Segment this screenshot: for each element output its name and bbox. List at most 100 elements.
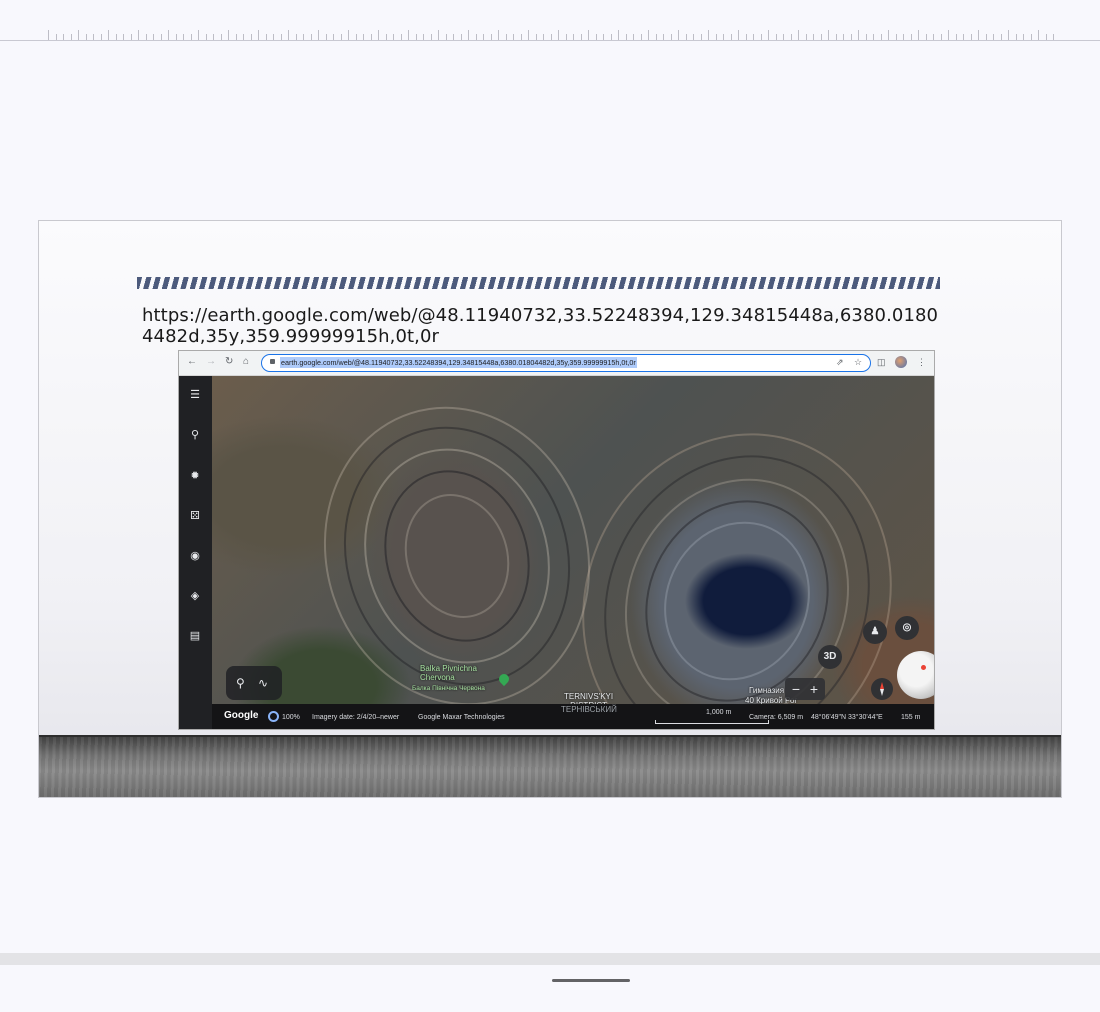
street-view-pegman-icon[interactable]: ♟: [863, 620, 887, 644]
google-logo: Google: [224, 710, 259, 721]
ruler-tick: [1023, 34, 1024, 40]
camera-altitude: Camera: 6,509 m: [749, 714, 804, 721]
ruler-tick: [775, 34, 777, 40]
ruler-tick: [753, 34, 754, 40]
address-bar[interactable]: earth.google.com/web/@48.11940732,33.522…: [261, 354, 871, 372]
layers-icon[interactable]: ◈: [187, 588, 203, 604]
ruler-tick: [318, 30, 319, 40]
ruler-tick: [1038, 30, 1039, 40]
map-tools-pill: ⚲ ∿: [226, 666, 282, 700]
ruler-tick: [910, 34, 912, 40]
lock-icon: [270, 359, 275, 364]
ruler-tick: [1045, 34, 1047, 40]
ruler-tick: [610, 34, 612, 40]
location-pin-icon[interactable]: ⚲: [236, 675, 245, 691]
compass-icon[interactable]: [871, 678, 893, 700]
dice-icon[interactable]: ⚄: [187, 508, 203, 524]
ruler-tick: [603, 34, 604, 40]
ruler-tick: [498, 30, 499, 40]
earth-status-bar: Google 100% Imagery date: 2/4/20–newer G…: [212, 704, 934, 729]
map-label-balka-cyrillic: Балка Північна Червона: [412, 685, 485, 692]
ruler-icon[interactable]: ▤: [187, 628, 203, 644]
ruler-tick: [535, 34, 537, 40]
home-icon[interactable]: ⌂: [243, 355, 249, 369]
ruler-tick: [940, 34, 942, 40]
reload-icon[interactable]: ↻: [225, 355, 233, 369]
ruler-tick: [198, 30, 199, 40]
pin-icon[interactable]: ◉: [187, 548, 203, 564]
ruler-tick: [850, 34, 852, 40]
ruler-tick: [70, 34, 72, 40]
ruler-tick: [123, 34, 124, 40]
ruler-tick: [145, 34, 147, 40]
bottom-divider: [0, 953, 1100, 965]
ruler-tick: [355, 34, 357, 40]
home-indicator-handle[interactable]: [552, 979, 630, 982]
toggle-3d-button[interactable]: 3D: [818, 645, 842, 669]
ruler-tick: [550, 34, 552, 40]
ruler-tick: [693, 34, 694, 40]
ruler-tick: [580, 34, 582, 40]
ruler-tick: [250, 34, 252, 40]
ruler-tick: [393, 34, 394, 40]
ruler-tick: [183, 34, 184, 40]
ruler-tick: [340, 34, 342, 40]
ruler-tick: [100, 34, 102, 40]
ruler-tick: [63, 34, 64, 40]
menu-icon[interactable]: ☰: [187, 387, 203, 403]
ruler-tick: [408, 30, 409, 40]
zoom-out-button[interactable]: −: [787, 680, 805, 698]
satellite-map[interactable]: ⚲ ∿ Balka Pivnichna Chervona Балка Півні…: [212, 376, 934, 704]
profile-avatar[interactable]: [895, 356, 907, 368]
arrow-left-icon[interactable]: ←: [187, 355, 197, 369]
ruler-tick: [528, 30, 529, 40]
ruler-tick: [640, 34, 642, 40]
ruler-tick: [985, 34, 987, 40]
zoom-in-button[interactable]: +: [805, 680, 823, 698]
elevation: 155 m: [901, 714, 921, 721]
share-icon[interactable]: ⇗: [836, 357, 844, 368]
ruler-tick: [880, 34, 882, 40]
ruler-tick: [558, 30, 559, 40]
ruler-tick: [573, 34, 574, 40]
address-bar-url[interactable]: earth.google.com/web/@48.11940732,33.522…: [280, 357, 637, 368]
google-earth-screenshot: ← → ↻ ⌂ earth.google.com/web/@48.1194073…: [178, 350, 935, 730]
path-icon[interactable]: ∿: [258, 675, 268, 691]
ruler-tick: [843, 34, 844, 40]
search-icon[interactable]: ⚲: [187, 427, 203, 443]
map-label-district: TERNIVS'KYI DISTRICT: [564, 692, 614, 704]
ruler-tick: [85, 34, 87, 40]
ruler-tick: [348, 30, 349, 40]
my-location-icon[interactable]: ◎: [895, 616, 919, 640]
cursor-coordinates: 48°06'49"N 33°30'44"E: [811, 714, 883, 721]
ruler-tick: [745, 34, 747, 40]
ruler-tick: [678, 30, 679, 40]
ruler-tick: [700, 34, 702, 40]
compass-needle-north: [880, 682, 884, 689]
ruler-tick: [865, 34, 867, 40]
voyager-icon[interactable]: ✹: [187, 468, 203, 484]
ruler-tick: [445, 34, 447, 40]
ruler-tick: [993, 34, 994, 40]
arrow-right-icon[interactable]: →: [206, 355, 216, 369]
imagery-date[interactable]: Imagery date: 2/4/20–newer: [312, 713, 399, 722]
ruler-tick: [363, 34, 364, 40]
ruler-tick: [933, 34, 934, 40]
map-label-gymnasium: Гимназия: [749, 686, 785, 695]
ruler-tick: [828, 30, 829, 40]
ruler-tick: [490, 34, 492, 40]
ruler-tick: [963, 34, 964, 40]
ruler-tick: [78, 30, 79, 40]
bookmark-star-icon[interactable]: ☆: [854, 357, 862, 368]
ruler-tick: [378, 30, 379, 40]
data-attribution[interactable]: Google Maxar Technologies: [418, 713, 505, 722]
ruler-tick: [858, 30, 859, 40]
ruler-tick: [220, 34, 222, 40]
compass-needle-south: [880, 689, 884, 696]
ruler-tick: [438, 30, 439, 40]
ruler-tick: [303, 34, 304, 40]
ruler-tick: [385, 34, 387, 40]
more-menu-icon[interactable]: ⋮: [917, 356, 926, 368]
slide-url-text: https://earth.google.com/web/@48.1194073…: [142, 305, 939, 347]
side-panel-icon[interactable]: ◫: [877, 356, 886, 368]
